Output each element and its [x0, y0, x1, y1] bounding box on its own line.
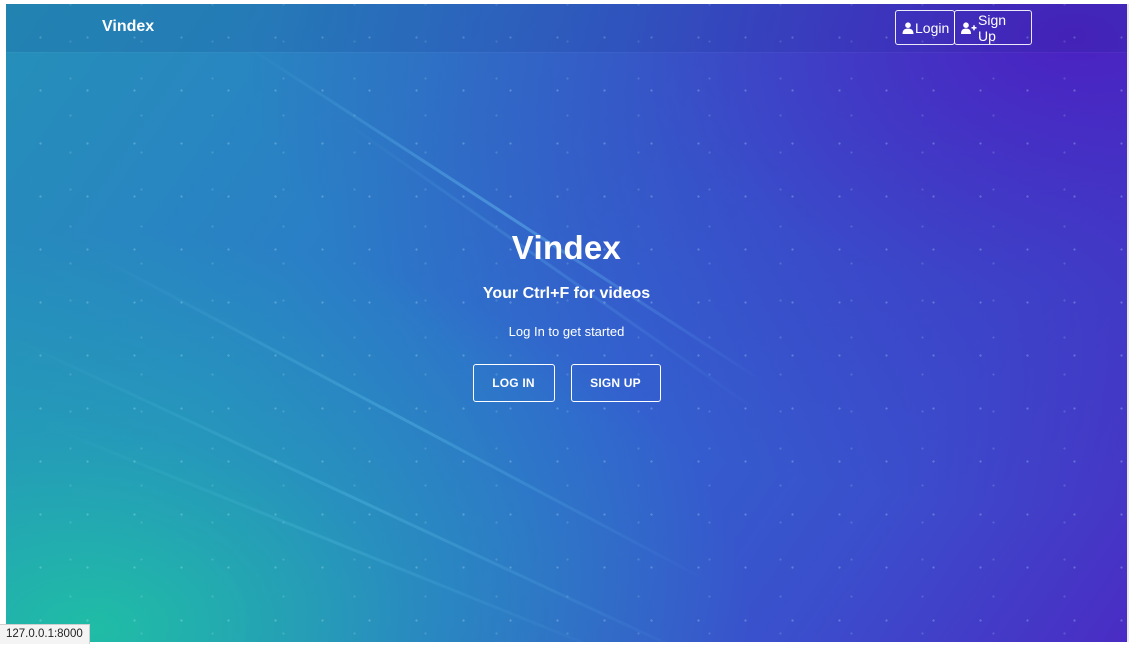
signup-nav-button[interactable]: Sign Up [954, 10, 1032, 45]
user-plus-icon [961, 21, 978, 34]
hero-tagline: Your Ctrl+F for videos [482, 285, 651, 302]
login-nav-label: Login [915, 19, 950, 36]
hero-button-group: LOG IN SIGN UP [6, 364, 1127, 402]
hero-cta-text: Log In to get started [508, 324, 625, 339]
brand-logo-link[interactable]: Vindex [102, 18, 154, 36]
signup-nav-label: Sign Up [978, 11, 1007, 44]
window-edge [1127, 4, 1129, 642]
page-viewport: Vindex Login Sign Up Vindex Your Ctrl+F … [6, 4, 1127, 642]
hero-section: Vindex Your Ctrl+F for videos Log In to … [6, 229, 1127, 402]
login-nav-button[interactable]: Login [895, 10, 955, 45]
hero-signup-button[interactable]: SIGN UP [570, 364, 661, 402]
navbar: Vindex Login Sign Up [6, 4, 1127, 52]
hero-login-button[interactable]: LOG IN [472, 364, 555, 402]
user-icon [902, 21, 915, 34]
hero-title: Vindex [511, 229, 622, 266]
status-bar-url: 127.0.0.1:8000 [0, 624, 90, 644]
